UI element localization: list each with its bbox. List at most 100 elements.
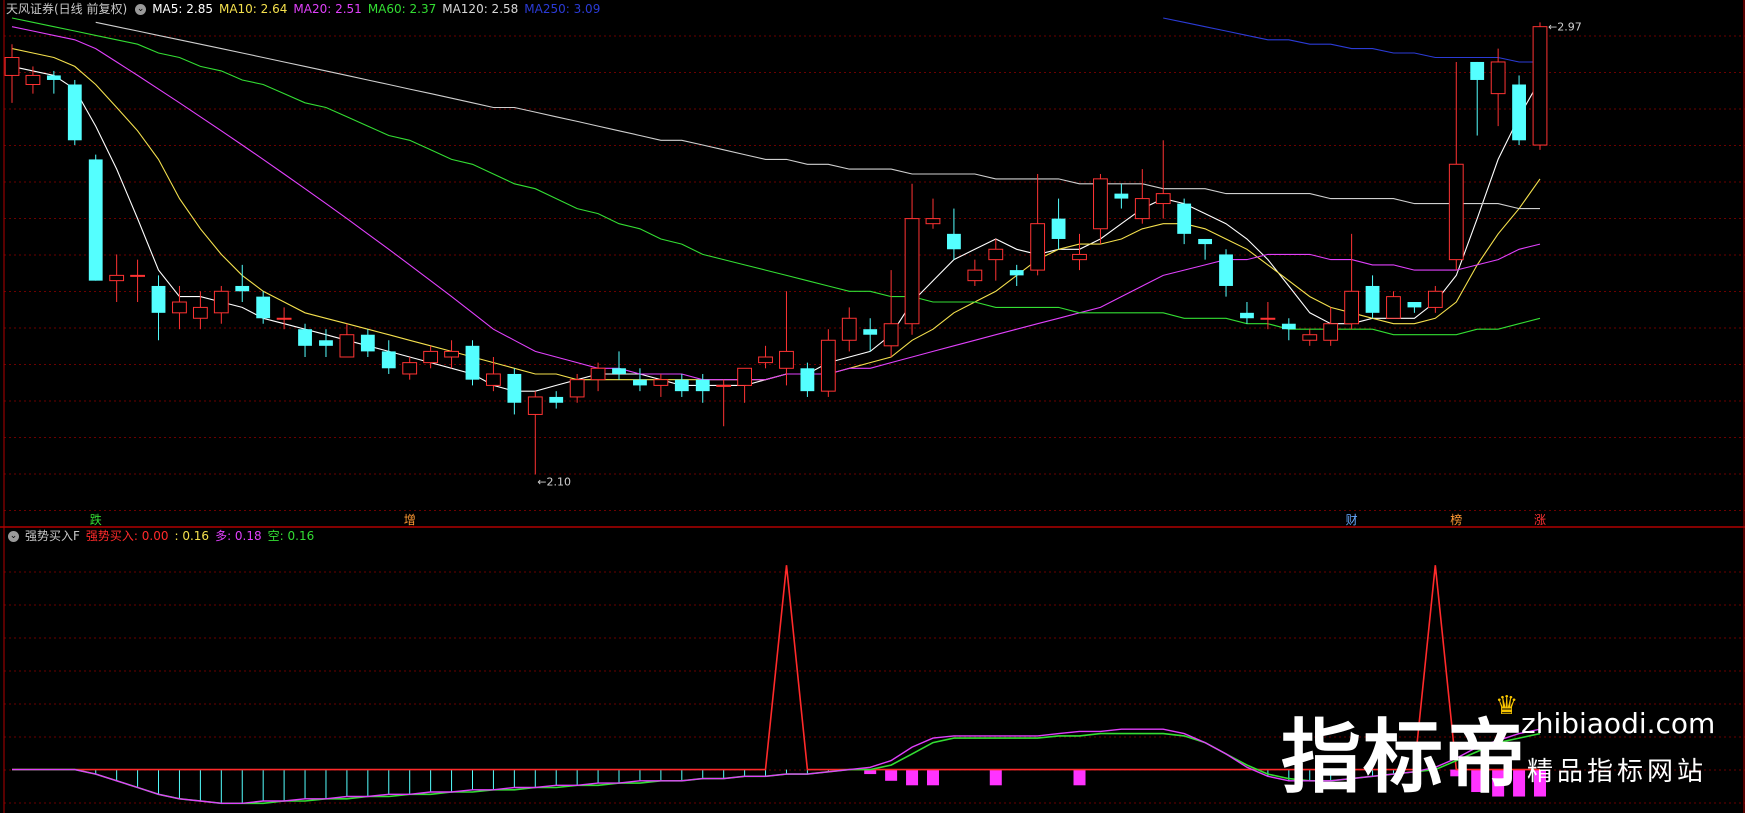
candle-body bbox=[863, 329, 878, 335]
candle-body bbox=[737, 367, 753, 386]
candle-body bbox=[527, 396, 543, 415]
watermark-url: zhibiaodi.com bbox=[1521, 707, 1716, 740]
candle-body bbox=[1155, 193, 1171, 205]
unnamed-value: : 0.16 bbox=[174, 529, 210, 543]
short-value: 空: 0.16 bbox=[267, 529, 315, 543]
candle-body bbox=[820, 339, 836, 392]
indicator-bar bbox=[926, 769, 939, 786]
crown-icon: ♛ bbox=[1495, 691, 1519, 721]
candle-body bbox=[1427, 290, 1443, 308]
candle-body bbox=[549, 396, 564, 403]
price-panel-header: 天风证券(日线 前复权) ⌄ MA5: 2.85 MA10: 2.64 MA20: 2.… bbox=[6, 1, 606, 17]
candle-body bbox=[674, 379, 689, 392]
long-value: 多: 0.18 bbox=[215, 529, 262, 543]
candle-body bbox=[1009, 270, 1024, 276]
event-marker: 财 bbox=[1346, 513, 1358, 527]
candle-body bbox=[172, 301, 187, 314]
candle-body bbox=[1051, 218, 1066, 239]
candle-body bbox=[256, 296, 271, 319]
candle-body bbox=[1532, 26, 1548, 146]
collapse-toggle-icon[interactable]: ⌄ bbox=[135, 4, 147, 15]
candle bbox=[88, 154, 103, 281]
candle-body bbox=[1093, 178, 1108, 230]
candle-body bbox=[298, 329, 312, 346]
candle-body bbox=[46, 75, 61, 80]
candle-body bbox=[904, 218, 920, 325]
candle-body bbox=[653, 379, 669, 386]
indicator-name: 强势买入F bbox=[25, 529, 80, 543]
indicator-bar bbox=[906, 769, 919, 786]
candle-body bbox=[1114, 193, 1129, 199]
candle-body bbox=[465, 345, 480, 380]
candle-body bbox=[1198, 238, 1213, 245]
candle-body bbox=[109, 274, 125, 282]
watermark-tagline: 精品指标网站 bbox=[1527, 757, 1708, 787]
event-marker: 榜 bbox=[1450, 512, 1462, 527]
ma120-label: MA120: 2.58 bbox=[442, 2, 519, 16]
indicator-collapse-icon[interactable]: ⌄ bbox=[8, 531, 19, 542]
candle-body bbox=[1260, 317, 1276, 320]
low-price-label: ←2.10 bbox=[537, 476, 571, 489]
candle bbox=[1532, 22, 1548, 150]
candle-body bbox=[569, 379, 585, 398]
candle-body bbox=[1323, 323, 1339, 341]
candle-body bbox=[192, 306, 208, 319]
candle-body bbox=[1386, 296, 1401, 319]
candle-body bbox=[1448, 163, 1464, 261]
candle-body bbox=[1512, 84, 1526, 141]
candle-body bbox=[235, 285, 250, 292]
watermark-brand: 指标帝 bbox=[1281, 711, 1527, 804]
candle-body bbox=[758, 356, 773, 364]
candle-body bbox=[444, 350, 459, 358]
candle-body bbox=[883, 323, 899, 347]
candle-body bbox=[151, 285, 166, 313]
candle-body bbox=[88, 159, 103, 281]
candle-body bbox=[967, 269, 983, 282]
candle-body bbox=[590, 367, 606, 381]
candle-body bbox=[695, 379, 710, 392]
event-marker: 增 bbox=[404, 513, 416, 527]
indicator-bar bbox=[989, 769, 1002, 786]
candle-body bbox=[1344, 290, 1360, 325]
candle-body bbox=[612, 368, 626, 374]
ma20-label: MA20: 2.51 bbox=[293, 2, 362, 16]
candle-body bbox=[633, 379, 647, 386]
candle-body bbox=[4, 56, 20, 76]
strong-buy-value: 强势买入: 0.00 bbox=[85, 529, 169, 543]
candle-body bbox=[947, 233, 961, 250]
candle-body bbox=[1470, 61, 1485, 80]
candle-body bbox=[988, 248, 1004, 261]
candle-body bbox=[779, 350, 794, 369]
candle-body bbox=[1177, 203, 1192, 234]
candle-body bbox=[67, 84, 82, 141]
candle bbox=[1512, 75, 1526, 146]
candle-body bbox=[1281, 323, 1296, 330]
candle-body bbox=[1219, 254, 1233, 286]
candle-body bbox=[1365, 285, 1380, 313]
candle-body bbox=[381, 351, 396, 369]
indicator-panel-header: ⌄ 强势买入F 强势买入: 0.00 : 0.16 多: 0.18 空: 0.16 bbox=[6, 528, 320, 544]
candle-body bbox=[1302, 334, 1318, 341]
candle-body bbox=[507, 373, 522, 403]
event-marker: 涨 bbox=[1534, 512, 1546, 527]
stock-chart-window: ←2.97 ←2.10 跌 增 财 榜 涨 天风证券(日线 前复权) ⌄ MA5: 2.85 MA… bbox=[0, 0, 1745, 813]
candle-body bbox=[716, 384, 732, 387]
watermark: 指标帝 ♛ zhibiaodi.com 精品指标网站 bbox=[1281, 673, 1731, 813]
ma10-label: MA10: 2.64 bbox=[218, 2, 288, 16]
candle-body bbox=[319, 340, 333, 346]
candle-body bbox=[1407, 302, 1422, 308]
candle-body bbox=[925, 218, 941, 225]
candle-body bbox=[213, 290, 229, 314]
candle-body bbox=[25, 74, 41, 86]
candle bbox=[465, 340, 480, 386]
candle-body bbox=[276, 317, 292, 320]
indicator-bar bbox=[1073, 769, 1086, 786]
candle-body bbox=[360, 334, 375, 352]
candle-body bbox=[1072, 253, 1087, 261]
indicator-bar bbox=[885, 769, 898, 781]
candle-body bbox=[1240, 312, 1254, 319]
candle-body bbox=[130, 274, 145, 277]
security-title: 天风证券(日线 前复权) bbox=[6, 2, 128, 16]
ma250-label: MA250: 3.09 bbox=[524, 2, 601, 16]
ma60-label: MA60: 2.37 bbox=[367, 2, 437, 16]
